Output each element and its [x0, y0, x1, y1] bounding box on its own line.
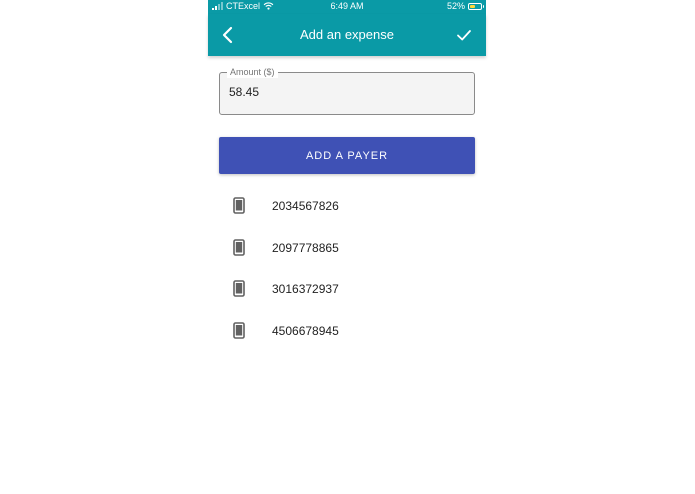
payer-list: 2034567826 2097778865 3016372937 4506678… [208, 185, 486, 351]
battery-tip [482, 4, 484, 8]
app-bar: Add an expense [208, 14, 486, 56]
smartphone-icon [233, 321, 245, 339]
battery-icon [468, 2, 484, 10]
payer-phone-number: 2097778865 [272, 240, 339, 255]
phone-screen: CTExcel 6:49 AM 52% Add an expense Amoun… [208, 0, 486, 494]
add-payer-button[interactable]: ADD A PAYER [219, 137, 475, 174]
battery-level [470, 4, 475, 8]
payer-phone-number: 3016372937 [272, 282, 339, 296]
status-bar: CTExcel 6:49 AM 52% [208, 0, 486, 14]
amount-field[interactable]: Amount ($) [219, 67, 475, 115]
battery-percent: 52% [446, 1, 465, 11]
smartphone-icon [233, 238, 245, 256]
page-title: Add an expense [300, 27, 394, 42]
payer-item[interactable]: 3016372937 [208, 268, 486, 310]
status-right: 52% [446, 1, 484, 11]
amount-label: Amount ($) [227, 67, 278, 78]
payer-item[interactable]: 2097778865 [208, 227, 486, 269]
check-icon [457, 30, 471, 41]
smartphone-icon [233, 197, 245, 214]
confirm-button[interactable] [452, 23, 476, 47]
smartphone-icon [233, 280, 245, 297]
payer-item[interactable]: 4506678945 [208, 310, 486, 352]
amount-input[interactable] [229, 85, 459, 99]
payer-item[interactable]: 2034567826 [208, 185, 486, 227]
status-time: 6:49 AM [330, 1, 364, 11]
payer-phone-number: 2034567826 [272, 199, 339, 213]
payer-phone-number: 4506678945 [272, 323, 339, 338]
